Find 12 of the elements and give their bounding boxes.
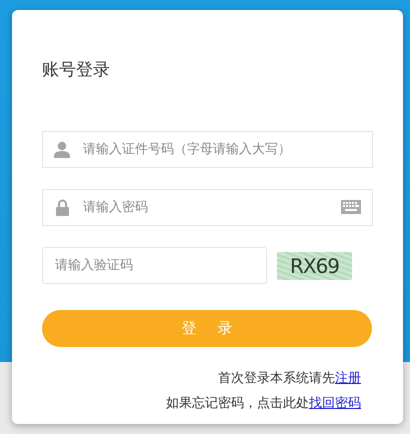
captcha-field[interactable]: 请输入验证码 [42, 247, 267, 284]
keyboard-icon[interactable] [341, 200, 361, 214]
lock-icon [56, 199, 68, 216]
password-field[interactable]: 请输入密码 [42, 189, 373, 226]
login-title: 账号登录 [42, 59, 111, 81]
id-number-field[interactable]: 请输入证件号码（字母请输入大写） [42, 131, 373, 168]
help-link[interactable]: 找回密码 [309, 396, 361, 411]
help-link[interactable]: 注册 [335, 371, 361, 386]
captcha-image[interactable]: RX69 [277, 252, 352, 280]
help-text: 如果忘记密码，点击此处找回密码 [165, 395, 362, 412]
user-icon [54, 141, 70, 158]
help-text: 首次登录本系统请先注册 [217, 370, 362, 387]
